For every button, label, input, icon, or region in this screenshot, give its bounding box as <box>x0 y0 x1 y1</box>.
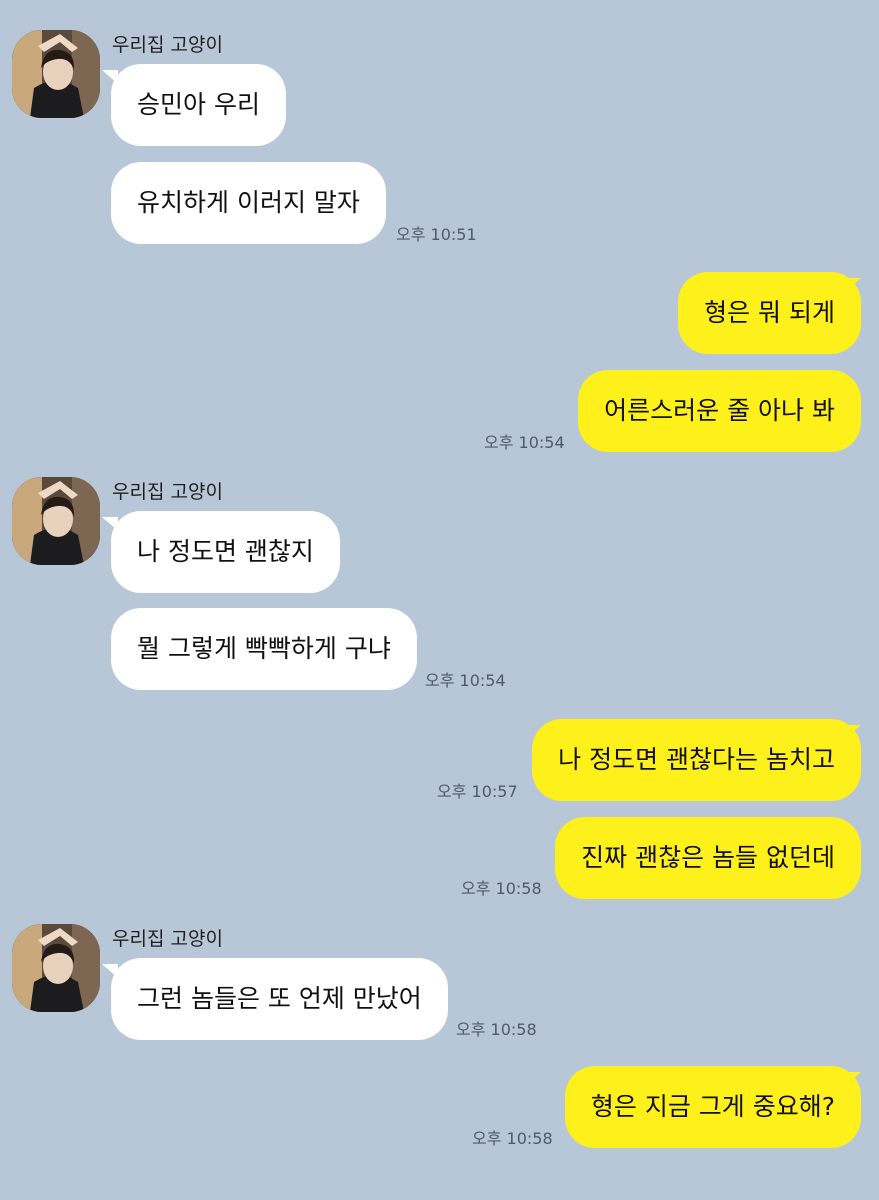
message-timestamp: 오후 10:58 <box>461 879 542 898</box>
message-timestamp: 오후 10:58 <box>456 1020 537 1039</box>
outgoing-message-bubble[interactable]: 어른스러운 줄 아나 봐 <box>578 370 861 452</box>
message-timestamp: 오후 10:54 <box>425 671 506 690</box>
sender-name: 우리집 고양이 <box>112 481 223 503</box>
incoming-message-bubble[interactable]: 나 정도면 괜찮지 <box>111 511 340 593</box>
incoming-message-bubble[interactable]: 승민아 우리 <box>111 64 286 146</box>
avatar-photo-icon <box>12 30 100 118</box>
avatar-photo-icon <box>12 477 100 565</box>
outgoing-message-bubble[interactable]: 나 정도면 괜찮다는 놈치고 <box>532 719 861 801</box>
outgoing-message-bubble[interactable]: 형은 지금 그게 중요해? <box>564 1066 861 1148</box>
message-timestamp: 오후 10:57 <box>437 782 518 801</box>
message-timestamp: 오후 10:58 <box>472 1129 553 1148</box>
message-timestamp: 오후 10:54 <box>484 433 565 452</box>
profile-avatar[interactable] <box>12 924 100 1012</box>
sender-name: 우리집 고양이 <box>112 34 223 56</box>
incoming-message-bubble[interactable]: 유치하게 이러지 말자 <box>111 162 386 244</box>
sender-name: 우리집 고양이 <box>112 928 223 950</box>
avatar-photo-icon <box>12 924 100 1012</box>
incoming-message-bubble[interactable]: 그런 놈들은 또 언제 만났어 <box>111 958 448 1040</box>
profile-avatar[interactable] <box>12 30 100 118</box>
outgoing-message-bubble[interactable]: 진짜 괜찮은 놈들 없던데 <box>555 817 861 899</box>
profile-avatar[interactable] <box>12 477 100 565</box>
outgoing-message-bubble[interactable]: 형은 뭐 되게 <box>678 272 861 354</box>
chat-screen[interactable]: 우리집 고양이 승민아 우리 유치하게 이러지 말자 오후 10:51 형은 뭐… <box>0 0 879 1200</box>
incoming-message-bubble[interactable]: 뭘 그렇게 빡빡하게 구냐 <box>111 608 417 690</box>
message-timestamp: 오후 10:51 <box>396 225 477 244</box>
